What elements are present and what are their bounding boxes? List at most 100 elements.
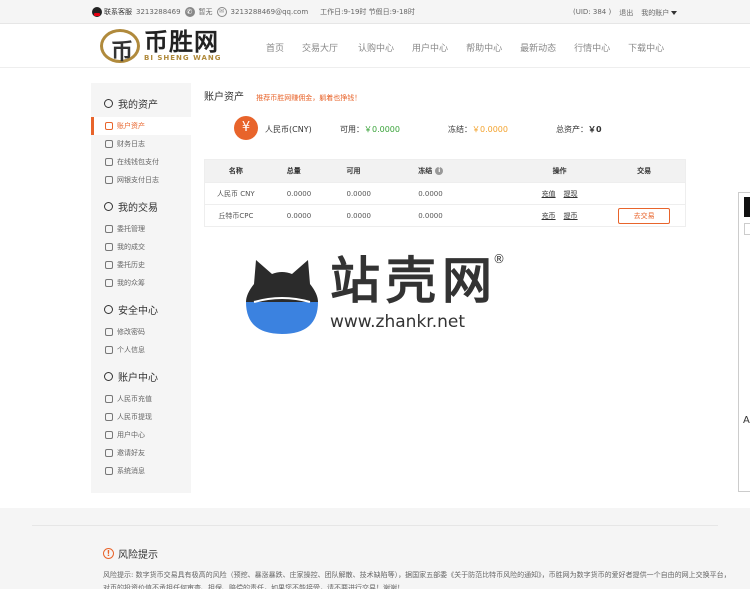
available-value: ￥0.0000	[364, 125, 400, 134]
go-trade-button[interactable]: 去交易	[618, 207, 671, 224]
sidebar-item-order-history[interactable]: 委托历史	[91, 256, 191, 274]
footer: ! 风险提示 风险提示: 数字货币交易具有极高的风险（预挖、暴涨暴跌、庄家操控、…	[0, 508, 750, 589]
my-account-menu[interactable]: 我的账户	[641, 8, 678, 18]
sidebar-group-security: 安全中心	[91, 302, 191, 317]
orders-icon	[105, 225, 113, 233]
nav-help[interactable]: 帮助中心	[466, 41, 502, 54]
phone-number: 3213288469	[136, 8, 181, 16]
logo-coin-icon	[100, 29, 140, 66]
sidebar-item-my-deals[interactable]: 我的成交	[91, 238, 191, 256]
sidebar-item-system-messages[interactable]: 系统消息	[91, 462, 191, 480]
sidebar-item-bank-pay-log[interactable]: 网银支付日志	[91, 171, 191, 189]
total-label: 总资产：	[556, 125, 588, 134]
column-operation: 操作	[552, 167, 567, 175]
sidebar-item-label: 用户中心	[117, 431, 145, 439]
sidebar-item-rmb-deposit[interactable]: 人民币充值	[91, 390, 191, 408]
logo-text-en: BI SHENG WANG	[144, 54, 222, 62]
wallet-pay-icon	[105, 158, 113, 166]
nav-market[interactable]: 行情中心	[574, 41, 610, 54]
sidebar-item-label: 网银支付日志	[117, 176, 159, 184]
info-icon[interactable]: i	[435, 167, 444, 175]
sidebar-item-label: 个人信息	[117, 346, 145, 354]
floating-side-panel[interactable]: A	[738, 192, 750, 492]
nav-news[interactable]: 最新动态	[520, 41, 556, 54]
column-frozen-label: 冻结	[418, 167, 433, 175]
sidebar-item-label: 委托管理	[117, 225, 145, 233]
cell-name: 人民币 CNY	[217, 189, 255, 198]
total-value: ￥0	[588, 125, 602, 134]
sidebar-item-change-password[interactable]: 修改密码	[91, 323, 191, 341]
asset-table: 名称 总量 可用 冻结 i 操作 交易 人民币 CNY 0.0000 0.0000…	[204, 159, 686, 227]
deposit-icon	[105, 395, 113, 403]
qq-icon	[92, 7, 102, 17]
sidebar-item-label: 在线钱包支付	[117, 158, 159, 166]
column-trade: 交易	[637, 167, 652, 175]
sidebar-item-label: 财务日志	[117, 140, 145, 148]
sidebar-item-label: 人民币提现	[117, 413, 152, 421]
chat-icon	[744, 223, 750, 235]
column-name: 名称	[228, 167, 243, 175]
nav-user-center[interactable]: 用户中心	[412, 41, 448, 54]
sidebar-item-crowdfunding[interactable]: 我的众筹	[91, 274, 191, 292]
sidebar-group-title: 我的交易	[118, 202, 158, 214]
cell-frozen: 0.0000	[418, 211, 443, 220]
asset-currency: 人民币(CNY)	[265, 125, 312, 134]
email-address: 3213288469@qq.com	[230, 8, 309, 16]
cell-total: 0.0000	[286, 211, 312, 220]
qq-support-link[interactable]: 联系客服	[92, 7, 132, 17]
cell-available: 0.0000	[346, 211, 372, 220]
phone-icon: ✆	[184, 7, 195, 17]
nav-home[interactable]: 首页	[266, 41, 284, 54]
sidebar-item-label: 修改密码	[117, 328, 145, 336]
sidebar-item-invite-friends[interactable]: 邀请好友	[91, 444, 191, 462]
site-logo[interactable]: 币胜网 BI SHENG WANG	[100, 28, 222, 66]
watermark-cn: 站壳网	[330, 252, 498, 310]
uid-label: (UID: 384 )	[573, 8, 612, 16]
logout-link[interactable]: 退出	[619, 8, 633, 18]
withdraw-coin-link[interactable]: 提币	[564, 212, 578, 220]
sidebar-item-user-center[interactable]: 用户中心	[91, 426, 191, 444]
bank-icon	[105, 176, 113, 184]
warning-icon: !	[103, 548, 114, 559]
nav-download[interactable]: 下载中心	[628, 41, 664, 54]
risk-warning-text: 风险提示: 数字货币交易具有极高的风险（预挖、暴涨暴跌、庄家操控、团队解散、技术…	[103, 571, 731, 589]
sidebar-item-account-assets[interactable]: 账户资产	[91, 117, 191, 135]
shield-icon	[104, 304, 113, 314]
logo-text-cn: 币胜网	[144, 28, 219, 56]
asset-frozen: 冻结：￥0.0000	[448, 124, 508, 135]
my-account-label: 我的账户	[641, 9, 670, 17]
cell-available: 0.0000	[346, 189, 372, 198]
asset-available: 可用：￥0.0000	[340, 124, 400, 135]
cell-name: 丘特币CPC	[218, 211, 254, 220]
sidebar-item-profile[interactable]: 个人信息	[91, 341, 191, 359]
sidebar-item-label: 系统消息	[117, 467, 145, 475]
column-total: 总量	[286, 167, 301, 175]
sidebar-item-rmb-withdraw[interactable]: 人民币提现	[91, 408, 191, 426]
user-icon	[104, 371, 113, 381]
sidebar-item-online-wallet[interactable]: 在线钱包支付	[91, 153, 191, 171]
cell-operations: 充值 提现	[516, 189, 604, 199]
qr-code-icon	[744, 197, 750, 217]
edge-letter: A	[743, 415, 750, 426]
withdraw-link[interactable]: 提现	[564, 190, 578, 198]
sidebar-item-finance-log[interactable]: 财务日志	[91, 135, 191, 153]
referral-tip-link[interactable]: 推荐币胜网赚佣金，躺着也挣钱！	[256, 93, 361, 103]
log-icon	[105, 140, 113, 148]
cell-trade: 去交易	[603, 207, 685, 224]
table-header: 名称 总量 可用 冻结 i 操作 交易	[205, 160, 685, 182]
profile-shield-icon	[105, 346, 113, 354]
deposit-link[interactable]: 充值	[542, 190, 556, 198]
invite-icon	[105, 449, 113, 457]
deposit-coin-link[interactable]: 充币	[542, 212, 556, 220]
lock-icon	[105, 328, 113, 336]
nav-trading-hall[interactable]: 交易大厅	[302, 41, 338, 54]
main-nav: 首页 交易大厅 认购中心 用户中心 帮助中心 最新动态 行情中心 下载中心	[266, 41, 682, 54]
cell-frozen: 0.0000	[418, 189, 443, 198]
assets-icon	[105, 122, 113, 130]
yen-icon: ¥	[234, 116, 258, 140]
sidebar-item-orders[interactable]: 委托管理	[91, 220, 191, 238]
nav-subscription[interactable]: 认购中心	[358, 41, 394, 54]
chevron-down-icon	[671, 11, 678, 15]
phone-status: 暂无	[198, 8, 213, 16]
wallet-icon	[104, 98, 113, 108]
